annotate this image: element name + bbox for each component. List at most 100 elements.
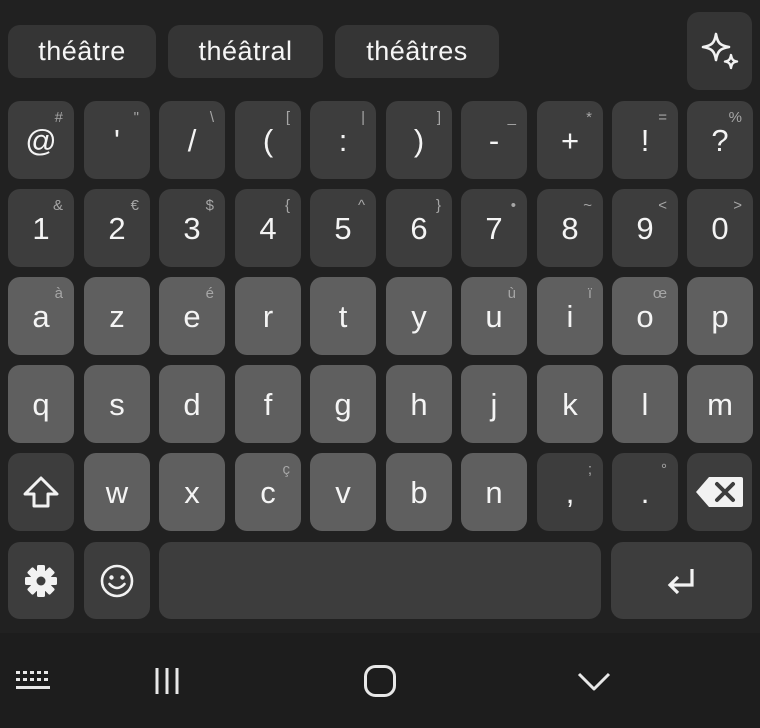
key-4-6[interactable]: ,; [537, 453, 603, 531]
settings-key[interactable] [8, 542, 74, 619]
key-label: ? [711, 122, 729, 158]
key-3-3[interactable]: f [235, 365, 301, 443]
key-2-6[interactable]: uù [461, 277, 527, 355]
shift-arrow-icon [23, 476, 59, 508]
key-label: v [335, 474, 351, 510]
key-2-4[interactable]: t [310, 277, 376, 355]
key-label: m [707, 386, 733, 422]
key-label: . [640, 474, 650, 510]
suggestion-1[interactable]: théâtre [8, 25, 156, 78]
key-label: 4 [259, 210, 277, 246]
key-4-1[interactable]: x [159, 453, 225, 531]
key-2-3[interactable]: r [235, 277, 301, 355]
enter-return-icon [667, 568, 694, 594]
key-2-0[interactable]: aà [8, 277, 74, 355]
key-2-9[interactable]: p [687, 277, 753, 355]
key-0-9[interactable]: ?% [687, 101, 753, 179]
key-secondary-label: ° [661, 461, 667, 478]
key-1-8[interactable]: 9 < [612, 189, 678, 267]
key-secondary-label: # [54, 109, 63, 126]
key-label: 3 [183, 210, 201, 246]
key-label: l [641, 386, 649, 422]
key-3-6[interactable]: j [461, 365, 527, 443]
key-secondary-label: [ [285, 109, 290, 126]
key-0-5[interactable]: )] [386, 101, 452, 179]
key-label: n [485, 474, 503, 510]
key-1-9[interactable]: 0 > [687, 189, 753, 267]
key-label: q [32, 386, 50, 422]
key-2-2[interactable]: eé [159, 277, 225, 355]
key-label: t [338, 298, 348, 334]
key-1-5[interactable]: 6} [386, 189, 452, 267]
key-4-3[interactable]: v [310, 453, 376, 531]
key-label: e [183, 298, 201, 334]
key-3-0[interactable]: q [8, 365, 74, 443]
home-icon [364, 665, 396, 697]
key-4-7[interactable]: . ° [612, 453, 678, 531]
key-label: i [566, 298, 574, 334]
key-1-0[interactable]: 1 & [8, 189, 74, 267]
key-secondary-label: ] [436, 109, 441, 126]
suggestion-2[interactable]: théâtral [168, 25, 323, 78]
key-secondary-label: & [52, 197, 63, 214]
emoji-key[interactable] [84, 542, 150, 619]
key-1-2[interactable]: 3 $ [159, 189, 225, 267]
key-label: , [565, 474, 575, 510]
key-4-5[interactable]: n [461, 453, 527, 531]
key-secondary-label: • [510, 197, 516, 214]
key-0-4[interactable]: : | [310, 101, 376, 179]
enter-key[interactable] [611, 542, 752, 619]
key-1-6[interactable]: 7 • [461, 189, 527, 267]
key-1-7[interactable]: 8 ~ [537, 189, 603, 267]
key-label: u [485, 298, 503, 334]
key-0-1[interactable]: ' " [84, 101, 150, 179]
backspace-icon [695, 477, 743, 507]
key-4-0[interactable]: w [84, 453, 150, 531]
key-1-4[interactable]: 5 ^ [310, 189, 376, 267]
key-secondary-label: < [658, 197, 667, 214]
hide-keyboard-button[interactable] [572, 665, 616, 697]
key-0-6[interactable]: - _ [461, 101, 527, 179]
key-0-7[interactable]: + * [537, 101, 603, 179]
key-label: r [262, 298, 274, 334]
key-2-7[interactable]: iï [537, 277, 603, 355]
key-3-1[interactable]: s [84, 365, 150, 443]
suggestion-3[interactable]: théâtres [335, 25, 499, 78]
key-secondary-label: œ [652, 285, 667, 302]
key-3-2[interactable]: d [159, 365, 225, 443]
key-label: 2 [108, 210, 126, 246]
key-3-9[interactable]: m [687, 365, 753, 443]
key-0-8[interactable]: ! = [612, 101, 678, 179]
home-button[interactable] [358, 661, 402, 701]
backspace-key[interactable] [687, 453, 752, 531]
key-1-3[interactable]: 4{ [235, 189, 301, 267]
keyboard-toggle-button[interactable] [14, 668, 54, 694]
key-label: ' [114, 122, 120, 158]
key-1-1[interactable]: 2 € [84, 189, 150, 267]
key-4-2[interactable]: cç [235, 453, 301, 531]
key-label: ! [640, 122, 650, 158]
key-label: y [411, 298, 427, 334]
shift-key[interactable] [8, 453, 74, 531]
key-4-4[interactable]: b [386, 453, 452, 531]
key-label: z [109, 298, 125, 334]
key-3-4[interactable]: g [310, 365, 376, 443]
key-secondary-label: " [133, 109, 139, 126]
key-0-3[interactable]: ([ [235, 101, 301, 179]
key-3-7[interactable]: k [537, 365, 603, 443]
space-bar[interactable] [159, 542, 601, 619]
key-3-5[interactable]: h [386, 365, 452, 443]
key-secondary-label: à [54, 285, 63, 302]
gear-icon [25, 564, 57, 597]
key-label: - [488, 122, 500, 158]
key-0-0[interactable]: @ # [8, 101, 74, 179]
key-0-2[interactable]: / \ [159, 101, 225, 179]
recents-button[interactable] [145, 663, 189, 699]
key-2-1[interactable]: z [84, 277, 150, 355]
key-label: 9 [636, 210, 654, 246]
key-2-8[interactable]: oœ [612, 277, 678, 355]
key-3-8[interactable]: l [612, 365, 678, 443]
key-2-5[interactable]: y [386, 277, 452, 355]
ai-tools-button[interactable] [687, 12, 752, 90]
key-label: k [562, 386, 578, 422]
